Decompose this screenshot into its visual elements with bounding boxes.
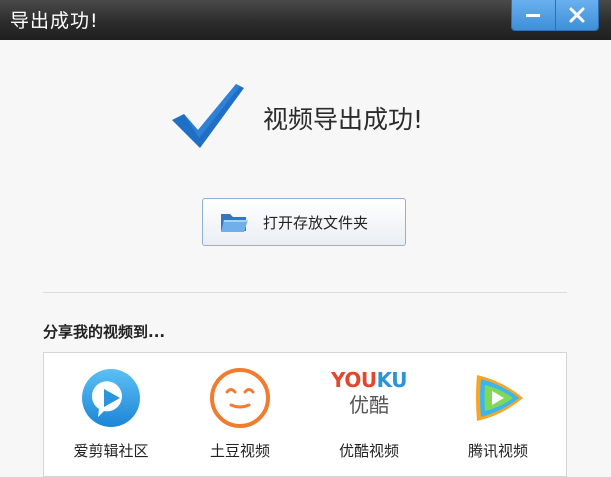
tencent-video-icon [476,375,523,421]
window-controls [511,0,599,31]
share-item-label: 土豆视频 [209,442,270,460]
close-icon [569,7,585,23]
divider [43,292,567,293]
share-tudou[interactable]: 土豆视频 [180,353,300,477]
share-tencent-video[interactable]: 腾讯视频 [438,353,558,477]
minimize-button[interactable] [512,0,555,30]
aijianji-community-icon [82,369,140,427]
tudou-icon [210,368,270,428]
success-message: 视频导出成功! [263,105,424,134]
folder-icon [219,210,249,234]
checkmark-icon [172,84,244,148]
export-success-dialog: 导出成功! 视频导出成功! 打开存放文件夹 分享我的视频到... 爱剪辑社区 土… [0,0,611,477]
success-banner: 视频导出成功! [168,80,438,152]
share-item-label: 爱剪辑社区 [73,442,149,460]
open-folder-label: 打开存放文件夹 [263,213,369,232]
share-youku[interactable]: YOUKU 优酷 优酷视频 [309,353,429,477]
share-aijianji-community[interactable]: 爱剪辑社区 [51,353,171,477]
minimize-icon [526,14,541,17]
window-title: 导出成功! [10,10,99,32]
share-section-title: 分享我的视频到... [43,323,166,341]
share-item-label: 腾讯视频 [467,442,528,460]
close-button[interactable] [554,0,598,30]
open-folder-button[interactable]: 打开存放文件夹 [202,198,406,246]
share-item-label: 优酷视频 [338,442,399,460]
youku-icon: YOUKU 优酷 [331,368,407,417]
share-targets: 爱剪辑社区 土豆视频 YOUKU 优酷 优酷视频 腾讯视频 [43,352,567,477]
title-bar[interactable]: 导出成功! [0,0,611,40]
